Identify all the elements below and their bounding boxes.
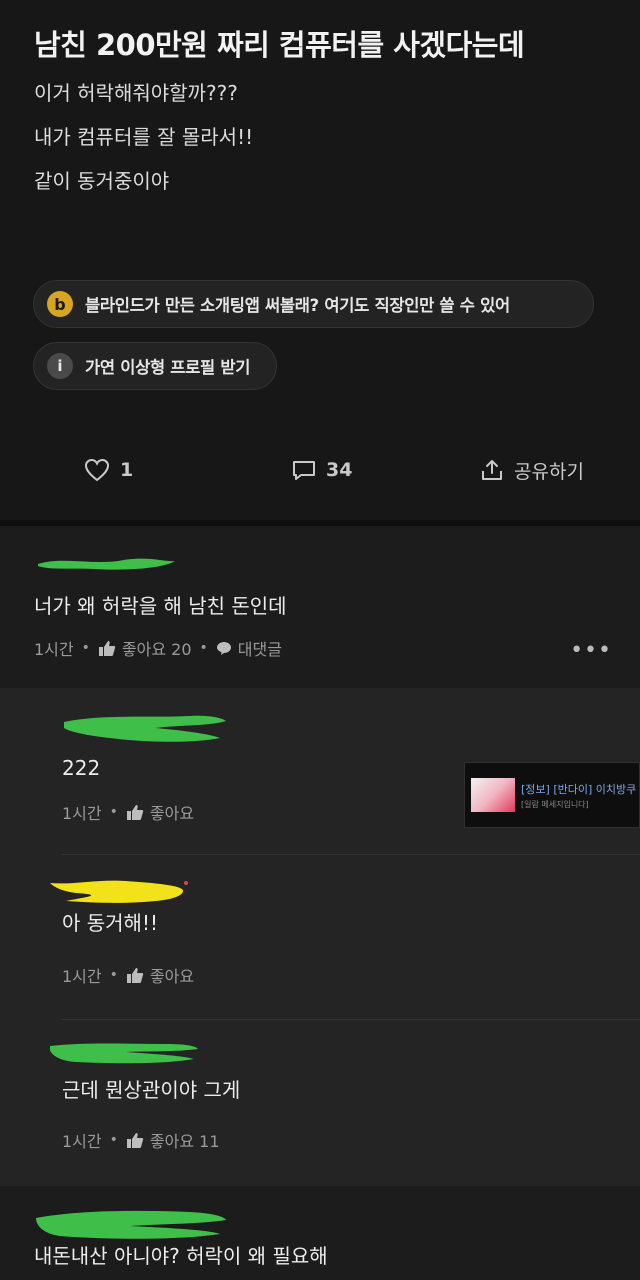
like-count: 1: [120, 459, 134, 481]
comment: 내돈내산 아니야? 허락이 왜 필요해: [0, 1186, 640, 1280]
separator-dot: •: [109, 804, 118, 820]
reply-like-label[interactable]: 좋아요: [150, 963, 194, 987]
reply-meta: 1시간 • 좋아요 11: [62, 1128, 220, 1152]
thumbs-up-icon[interactable]: [126, 804, 144, 821]
post: 남친 200만원 짜리 컴퓨터를 사겠다는데 이거 허락해줘야할까??? 내가 …: [0, 0, 640, 520]
thumbs-up-icon[interactable]: [98, 640, 116, 657]
comment-text: 너가 왜 허락을 해 남친 돈인데: [34, 594, 287, 618]
chip-label: 블라인드가 만든 소개팅앱 써볼래? 여기도 직장인만 쓸 수 있어: [85, 296, 510, 315]
thumbs-up-icon[interactable]: [126, 1132, 144, 1149]
reply-text: 근데 뭔상관이야 그게: [62, 1078, 241, 1102]
comment-icon: [293, 461, 315, 480]
comment-button[interactable]: 34: [292, 450, 352, 490]
redacted-author: [64, 715, 226, 742]
reply-text: 222: [62, 756, 101, 780]
reply-meta: 1시간 • 좋아요: [62, 800, 194, 824]
like-button[interactable]: 1: [84, 450, 133, 490]
ad-text: [정보] [반다이] 이치방쿠 [일람 메세지입니다]: [521, 781, 636, 810]
post-body-line: 같이 동거중이야: [34, 169, 170, 193]
post-title: 남친 200만원 짜리 컴퓨터를 사겠다는데: [34, 28, 525, 62]
reply: 근데 뭔상관이야 그게 1시간 • 좋아요 11: [0, 1020, 640, 1186]
reply-text: 아 동거해!!: [62, 911, 158, 935]
separator-dot: •: [81, 640, 90, 656]
info-icon: i: [47, 353, 73, 379]
ad-thumbnail: [471, 778, 515, 812]
redacted-author: [36, 1210, 226, 1239]
separator-dot: •: [199, 640, 208, 656]
post-body-line: 이거 허락해줘야할까???: [34, 81, 238, 105]
reply-bubble-icon[interactable]: [216, 641, 232, 656]
redacted-author: [38, 558, 175, 570]
reply-meta: 1시간 • 좋아요: [62, 963, 194, 987]
post-actions: 1 34 공유하기: [0, 450, 640, 490]
comment-count: 34: [326, 459, 353, 481]
reply-time: 1시간: [62, 1132, 102, 1151]
redacted-author: [50, 1043, 198, 1064]
comment: 너가 왜 허락을 해 남친 돈인데 1시간 • 좋아요 20 • 대댓글 •••: [0, 526, 640, 688]
share-button[interactable]: 공유하기: [480, 450, 584, 490]
reply-time: 1시간: [62, 967, 102, 986]
reply: 아 동거해!! 1시간 • 좋아요: [0, 855, 640, 1019]
reply-time: 1시간: [62, 804, 102, 823]
comment-like-label[interactable]: 좋아요 20: [122, 636, 192, 660]
thumbs-up-icon[interactable]: [126, 967, 144, 984]
separator-dot: •: [109, 1132, 118, 1148]
ad-subtitle: [일람 메세지입니다]: [521, 799, 589, 809]
chip-label: 가연 이상형 프로필 받기: [85, 358, 251, 377]
share-label: 공유하기: [514, 460, 584, 483]
ad-title: [정보] [반다이] 이치방쿠: [521, 782, 637, 796]
comment-text: 내돈내산 아니야? 허락이 왜 필요해: [34, 1244, 328, 1268]
reply-like-label[interactable]: 좋아요 11: [150, 1128, 220, 1152]
ideal-profile-chip[interactable]: i 가연 이상형 프로필 받기: [33, 342, 277, 390]
blind-dating-app-chip[interactable]: b 블라인드가 만든 소개팅앱 써볼래? 여기도 직장인만 쓸 수 있어: [33, 280, 594, 328]
comment-time: 1시간: [34, 640, 74, 659]
post-body: 이거 허락해줘야할까??? 내가 컴퓨터를 잘 몰라서!! 같이 동거중이야: [34, 78, 614, 210]
comment-meta: 1시간 • 좋아요 20 • 대댓글: [34, 636, 282, 660]
redacted-author: [50, 880, 188, 903]
post-body-line: 내가 컴퓨터를 잘 몰라서!!: [34, 125, 254, 149]
ad-banner[interactable]: [정보] [반다이] 이치방쿠 [일람 메세지입니다]: [464, 762, 640, 828]
reply-like-label[interactable]: 좋아요: [150, 800, 194, 824]
reply-button[interactable]: 대댓글: [238, 636, 282, 660]
blind-b-icon: b: [47, 291, 73, 317]
share-icon: [482, 460, 502, 480]
separator-dot: •: [109, 967, 118, 983]
heart-icon: [84, 458, 110, 482]
more-options-button[interactable]: •••: [570, 638, 612, 663]
